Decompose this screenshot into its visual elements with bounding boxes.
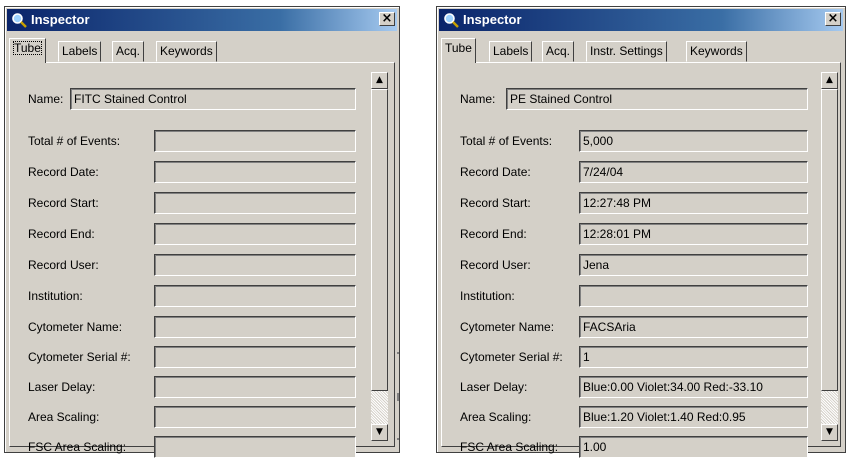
field-label: Institution: (460, 289, 515, 303)
total-events-field[interactable]: 5,000 (579, 130, 808, 152)
tube-panel: Name: FITC Stained Control Total # of Ev… (9, 62, 395, 458)
record-start-field[interactable] (154, 192, 356, 214)
tab-tube[interactable]: Tube (9, 38, 46, 63)
field-label: Cytometer Name: (28, 320, 123, 334)
field-label: Laser Delay: (460, 380, 528, 394)
record-user-field[interactable] (154, 254, 356, 276)
area-scaling-field[interactable] (154, 406, 356, 428)
record-start-field[interactable]: 12:27:48 PM (579, 192, 808, 214)
scroll-up-arrow-icon: ▲ (376, 75, 383, 85)
tab-acq[interactable]: Acq. (542, 41, 575, 62)
magnifier-icon (12, 13, 27, 28)
window-title: Inspector (31, 12, 90, 27)
stray-mark (397, 438, 399, 440)
field-label: Record User: (460, 258, 531, 272)
tab-keywords[interactable]: Keywords (156, 41, 217, 62)
field-label: Laser Delay: (28, 380, 96, 394)
close-icon: × (827, 11, 839, 26)
magnifier-icon (444, 13, 459, 28)
close-button[interactable]: × (379, 12, 395, 26)
record-date-field[interactable]: 7/24/04 (579, 161, 808, 183)
total-events-field[interactable] (154, 130, 356, 152)
cytometer-name-field[interactable]: FACSAria (579, 316, 808, 338)
tube-panel: Name: PE Stained Control Total # of Even… (441, 62, 841, 458)
tab-labels[interactable]: Labels (58, 41, 102, 62)
tab-tube[interactable]: Tube (441, 38, 476, 63)
field-label: FSC Area Scaling: (28, 440, 127, 454)
field-label: Record End: (460, 227, 527, 241)
record-end-field[interactable]: 12:28:01 PM (579, 223, 808, 245)
stray-mark (397, 352, 399, 354)
vertical-scrollbar[interactable]: ▲ ▼ (371, 72, 388, 441)
tab-keywords[interactable]: Keywords (686, 41, 747, 62)
scroll-track[interactable] (821, 391, 838, 424)
name-label: Name: (460, 92, 496, 106)
field-label: Area Scaling: (28, 410, 100, 424)
inspector-window-right: Inspector × Tube Labels Acq. Instr. Sett… (436, 6, 846, 458)
record-user-field[interactable]: Jena (579, 254, 808, 276)
tab-instr-settings[interactable]: Instr. Settings (586, 41, 667, 62)
scroll-up-button[interactable]: ▲ (371, 72, 388, 89)
tab-acq[interactable]: Acq. (112, 41, 145, 62)
fsc-area-scaling-field[interactable] (154, 436, 356, 458)
scroll-down-button[interactable]: ▼ (821, 424, 838, 441)
title-bar[interactable]: Inspector × (7, 9, 397, 31)
scroll-down-button[interactable]: ▼ (371, 424, 388, 441)
field-label: Cytometer Serial #: (28, 350, 131, 364)
field-label: Cytometer Serial #: (460, 350, 563, 364)
scroll-down-arrow-icon: ▼ (376, 427, 383, 437)
field-label: Record Start: (28, 196, 99, 210)
field-label: Record Date: (460, 165, 531, 179)
record-date-field[interactable] (154, 161, 356, 183)
field-label: Total # of Events: (28, 134, 121, 148)
field-label: Record User: (28, 258, 99, 272)
inspector-window-left: Inspector × Tube Labels Acq. Keywords Na… (4, 6, 400, 458)
name-field[interactable]: PE Stained Control (506, 88, 808, 110)
field-label: Cytometer Name: (460, 320, 555, 334)
cytometer-name-field[interactable] (154, 316, 356, 338)
scroll-up-arrow-icon: ▲ (826, 75, 833, 85)
scroll-up-button[interactable]: ▲ (821, 72, 838, 89)
title-bar[interactable]: Inspector × (439, 9, 843, 31)
cytometer-serial-field[interactable] (154, 346, 356, 368)
field-label: Record Date: (28, 165, 99, 179)
field-label: Institution: (28, 289, 83, 303)
window-title: Inspector (463, 12, 522, 27)
stray-mark (397, 393, 399, 401)
scroll-thumb[interactable] (371, 89, 388, 391)
field-label: Total # of Events: (460, 134, 553, 148)
field-label: Record Start: (460, 196, 531, 210)
institution-field[interactable] (579, 285, 808, 307)
name-field[interactable]: FITC Stained Control (70, 88, 356, 110)
close-icon: × (381, 11, 393, 26)
record-end-field[interactable] (154, 223, 356, 245)
area-scaling-field[interactable]: Blue:1.20 Violet:1.40 Red:0.95 (579, 406, 808, 428)
institution-field[interactable] (154, 285, 356, 307)
field-label: Area Scaling: (460, 410, 532, 424)
close-button[interactable]: × (825, 12, 841, 26)
laser-delay-field[interactable] (154, 376, 356, 398)
name-label: Name: (28, 92, 64, 106)
fsc-area-scaling-field[interactable]: 1.00 (579, 436, 808, 458)
scroll-thumb[interactable] (821, 89, 838, 391)
field-label: FSC Area Scaling: (460, 440, 559, 454)
vertical-scrollbar[interactable]: ▲ ▼ (821, 72, 838, 441)
scroll-track[interactable] (371, 391, 388, 424)
tab-labels[interactable]: Labels (489, 41, 533, 62)
scroll-down-arrow-icon: ▼ (826, 427, 833, 437)
laser-delay-field[interactable]: Blue:0.00 Violet:34.00 Red:-33.10 (579, 376, 808, 398)
cytometer-serial-field[interactable]: 1 (579, 346, 808, 368)
field-label: Record End: (28, 227, 95, 241)
